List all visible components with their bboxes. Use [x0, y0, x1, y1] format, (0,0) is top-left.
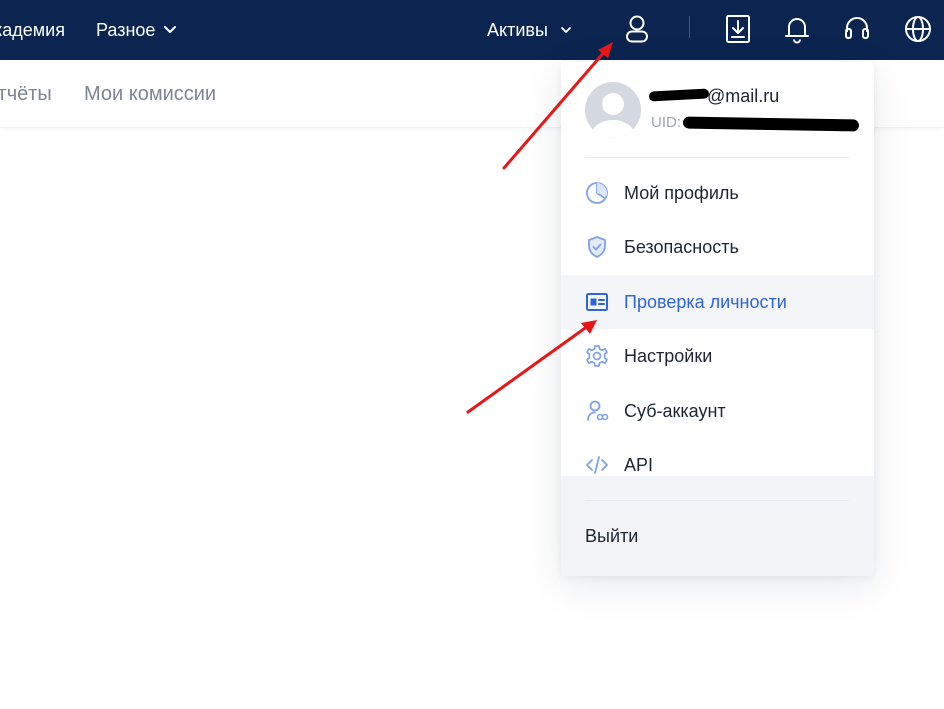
user-email-domain: @mail.ru — [707, 86, 780, 106]
menu-item-label: Безопасность — [624, 236, 739, 257]
menu-item-my-profile[interactable]: Мой профиль — [561, 166, 874, 220]
menu-item-label: Суб-аккаунт — [624, 400, 726, 421]
nav-assets[interactable]: Активы — [487, 0, 572, 60]
user-card: @mail.ru UID: — [561, 62, 874, 158]
user-uid: UID: — [651, 114, 681, 131]
headset-icon — [845, 17, 869, 39]
user-account-button[interactable] — [620, 12, 654, 46]
menu-item-label: Настройки — [624, 345, 713, 366]
chevron-down-icon — [560, 27, 571, 33]
chevron-down-icon — [164, 26, 177, 33]
gear-icon — [585, 344, 609, 368]
nav-academy[interactable]: Академия — [0, 0, 65, 60]
subnav-reports-label: Отчёты — [0, 82, 52, 105]
support-button[interactable] — [840, 12, 874, 46]
avatar-silhouette-icon — [591, 93, 635, 138]
avatar — [585, 82, 641, 138]
nav-misc-label: Разное — [96, 19, 156, 40]
subnav-commissions[interactable]: Мои комиссии — [84, 60, 216, 128]
menu-item-label: API — [624, 454, 654, 475]
id-card-icon — [585, 290, 609, 314]
globe-icon — [905, 16, 931, 42]
profile-chart-icon — [585, 181, 609, 205]
nav-academy-label: Академия — [0, 19, 65, 40]
code-icon — [585, 453, 609, 477]
logout-button[interactable]: Выйти — [585, 526, 638, 547]
user-icon — [626, 15, 648, 43]
subnav-commissions-label: Мои комиссии — [84, 82, 217, 105]
language-button[interactable] — [901, 12, 935, 46]
account-dropdown-menu: @mail.ru UID: Мой профиль Безопасность П… — [561, 62, 874, 576]
menu-item-label: Проверка личности — [624, 291, 787, 312]
divider — [585, 157, 849, 158]
top-navigation-bar: Академия Разное Активы — [0, 0, 944, 60]
header-divider — [689, 16, 690, 38]
menu-item-sub-account[interactable]: Суб-аккаунт — [561, 384, 874, 438]
nav-misc[interactable]: Разное — [96, 0, 177, 60]
menu-item-identity-verification[interactable]: Проверка личности — [561, 275, 874, 329]
menu-item-label: Мой профиль — [624, 182, 739, 203]
sub-account-icon — [585, 399, 609, 423]
divider — [585, 500, 849, 501]
shield-check-icon — [585, 235, 609, 259]
menu-item-settings[interactable]: Настройки — [561, 329, 874, 383]
download-button[interactable] — [721, 12, 755, 46]
bell-icon — [785, 18, 809, 44]
subnav-reports[interactable]: Отчёты — [0, 60, 52, 128]
menu-item-security[interactable]: Безопасность — [561, 220, 874, 274]
notifications-button[interactable] — [780, 12, 814, 46]
download-icon — [726, 15, 750, 43]
user-uid-label: UID: — [651, 114, 681, 131]
redaction-mark — [682, 116, 860, 132]
nav-assets-label: Активы — [487, 19, 548, 40]
